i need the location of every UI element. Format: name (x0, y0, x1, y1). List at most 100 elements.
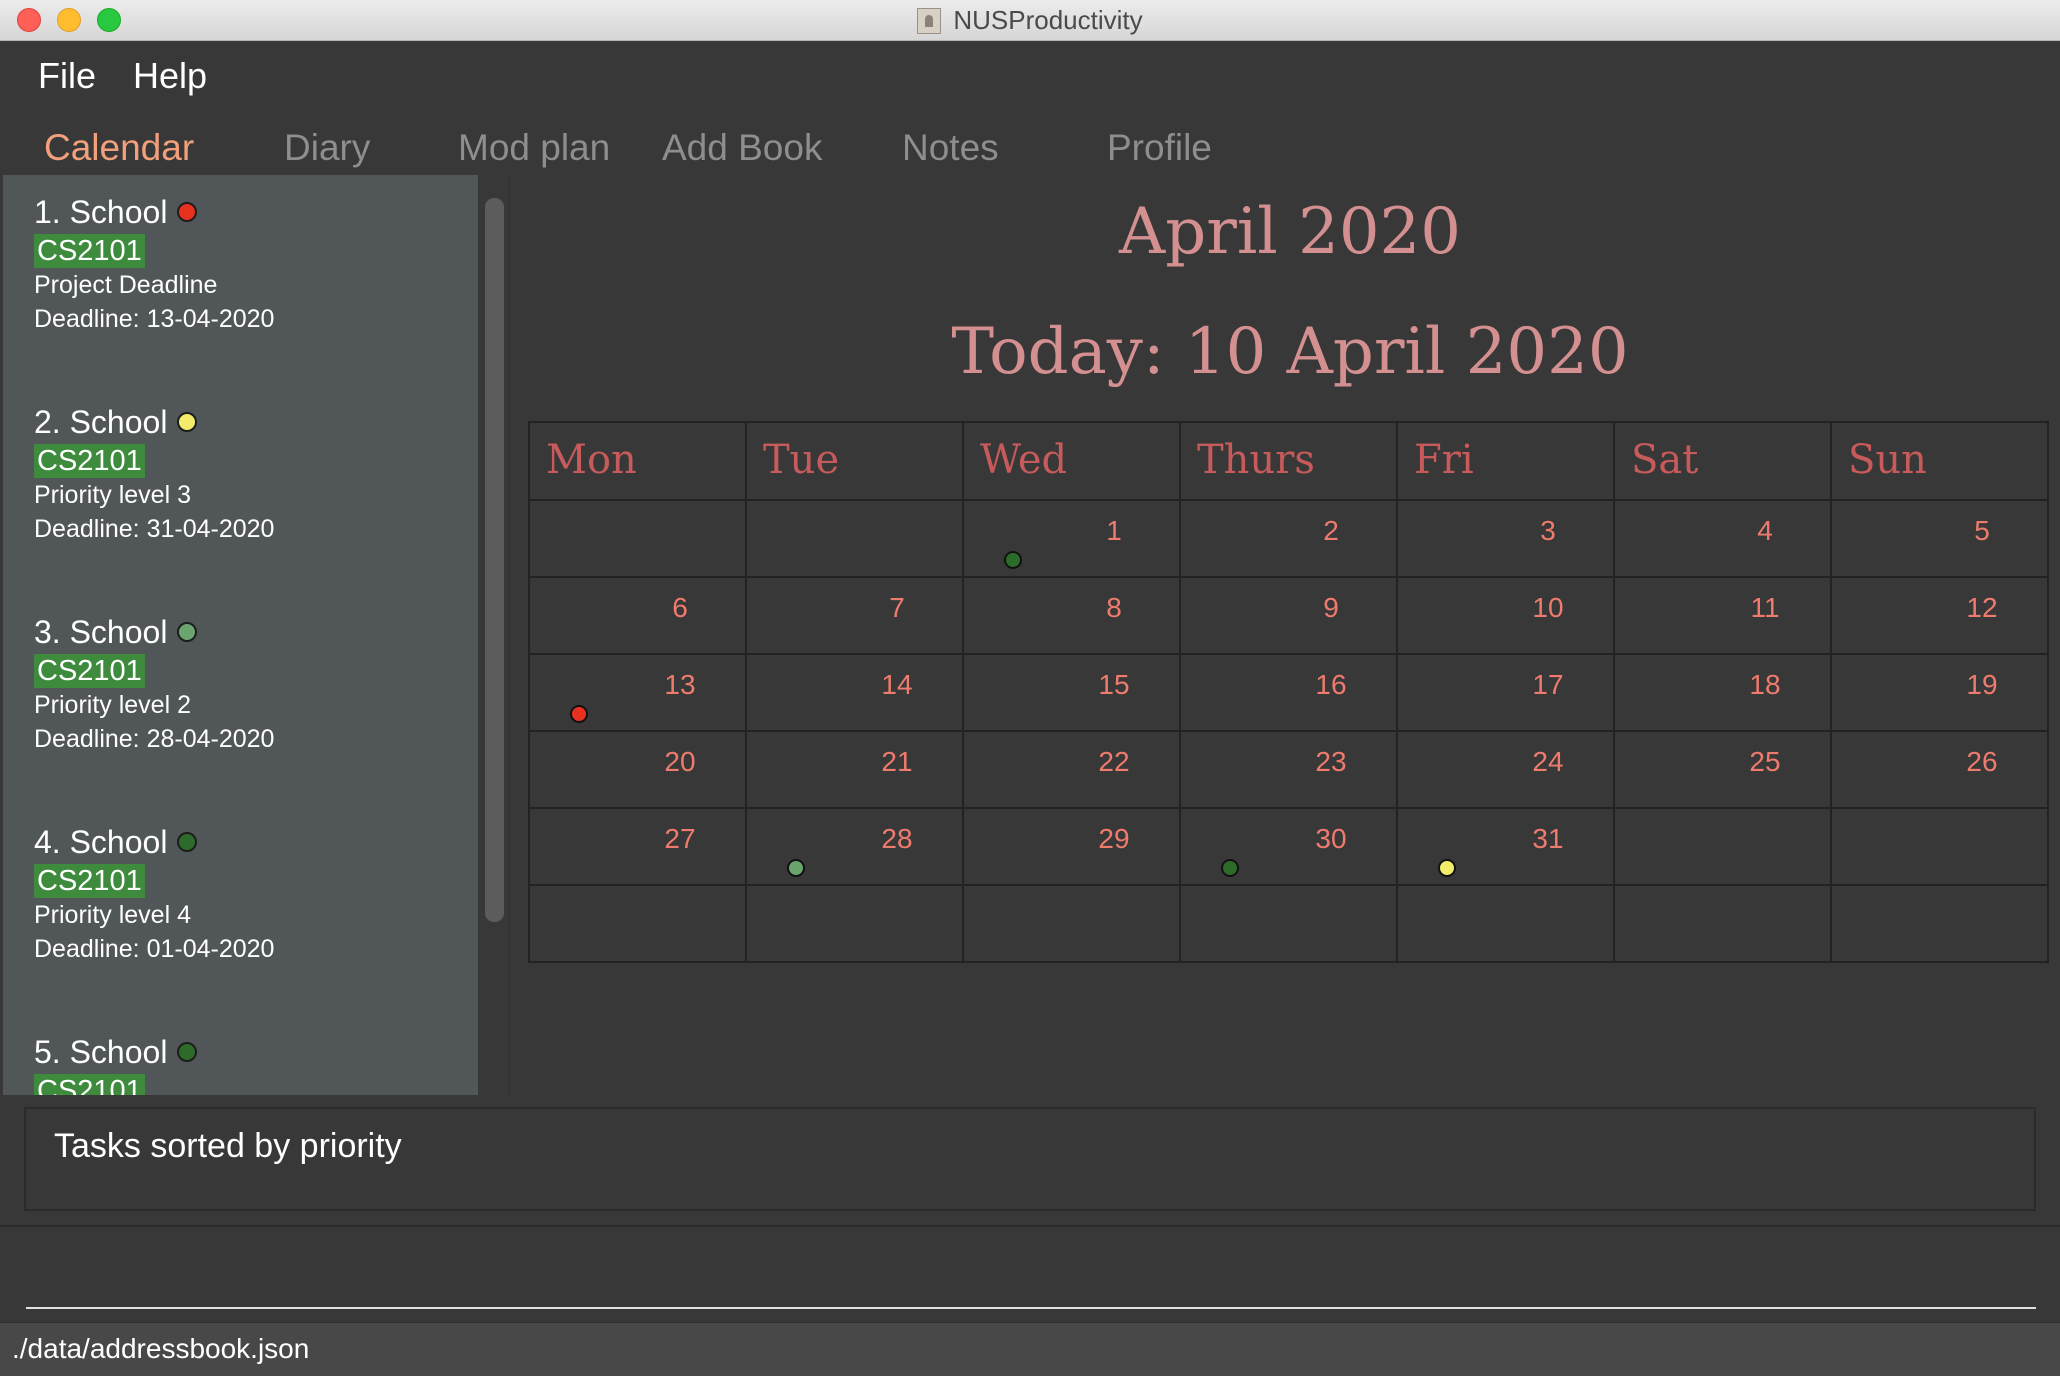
event-dot-icon (1221, 859, 1239, 877)
tab-diary[interactable]: Diary (284, 127, 370, 169)
calendar-day-cell[interactable]: 3 (1396, 499, 1615, 578)
calendar-day-cell[interactable]: 27 (528, 807, 747, 886)
module-tag: CS2101 (34, 864, 145, 898)
day-number: 6 (672, 592, 688, 623)
tab-calendar[interactable]: Calendar (44, 127, 194, 169)
calendar-day-cell[interactable]: 25 (1613, 730, 1832, 809)
calendar-day-cell[interactable]: 28 (745, 807, 964, 886)
calendar-day-cell[interactable]: 31 (1396, 807, 1615, 886)
tab-mod-plan[interactable]: Mod plan (458, 127, 610, 169)
calendar-day-cell[interactable]: 16 (1179, 653, 1398, 732)
calendar-day-cell[interactable]: 15 (962, 653, 1181, 732)
calendar-day-cell (745, 884, 964, 963)
calendar-day-cell[interactable]: 17 (1396, 653, 1615, 732)
day-name-label: Sat (1631, 437, 1699, 483)
calendar-day-cell[interactable]: 9 (1179, 576, 1398, 655)
day-name-cell: Fri (1396, 421, 1615, 501)
title-bar: NUSProductivity (0, 0, 2060, 41)
module-tag: CS2101 (34, 234, 145, 268)
calendar-day-cell[interactable]: 20 (528, 730, 747, 809)
calendar-day-cell[interactable]: 24 (1396, 730, 1615, 809)
tab-add-book[interactable]: Add Book (662, 127, 822, 169)
day-name-cell: Sat (1613, 421, 1832, 501)
tab-profile[interactable]: Profile (1107, 127, 1212, 169)
day-number: 23 (1315, 746, 1347, 777)
data-file-path: ./data/addressbook.json (12, 1333, 310, 1364)
day-number: 11 (1750, 592, 1780, 623)
calendar-day-cell[interactable]: 13 (528, 653, 747, 732)
calendar-day-cell[interactable]: 1 (962, 499, 1181, 578)
calendar-day-cell[interactable]: 2 (1179, 499, 1398, 578)
day-number: 3 (1540, 515, 1556, 546)
menu-bar: File Help (0, 41, 2060, 109)
calendar-day-cell[interactable]: 12 (1830, 576, 2049, 655)
calendar-day-cell[interactable]: 19 (1830, 653, 2049, 732)
task-card[interactable]: 4. School CS2101 Priority level 4 Deadli… (34, 823, 274, 966)
day-name-label: Tue (763, 437, 840, 483)
calendar-day-cell[interactable]: 21 (745, 730, 964, 809)
priority-dot-icon (177, 412, 198, 432)
status-bar: ./data/addressbook.json (0, 1322, 2060, 1376)
calendar-week-row: 1 2 3 4 5 (528, 499, 2049, 578)
task-list-scroll-thumb[interactable] (485, 198, 504, 922)
day-number: 2 (1323, 515, 1339, 546)
day-number: 25 (1749, 746, 1781, 777)
task-category: School (69, 193, 168, 230)
module-tag: CS2101 (34, 1074, 145, 1095)
task-header: 2. School (34, 403, 274, 441)
task-index: 4. (34, 823, 61, 860)
day-number: 9 (1323, 592, 1339, 623)
calendar-day-cell[interactable]: 5 (1830, 499, 2049, 578)
priority-dot-icon (177, 622, 198, 642)
day-name-label: Wed (980, 437, 1068, 483)
calendar-day-cell[interactable]: 29 (962, 807, 1181, 886)
calendar-day-cell (745, 499, 964, 578)
day-number: 20 (664, 746, 696, 777)
task-card[interactable]: 5. School CS2101 (34, 1033, 198, 1095)
menu-help[interactable]: Help (133, 55, 207, 97)
task-description: Priority level 4 (34, 901, 191, 929)
calendar-day-cell (1613, 884, 1832, 963)
calendar-day-cell[interactable]: 4 (1613, 499, 1832, 578)
event-dot-icon (570, 705, 588, 723)
priority-dot-icon (177, 832, 198, 852)
task-index: 3. (34, 613, 61, 650)
calendar-day-cell (1830, 807, 2049, 886)
day-number: 21 (881, 746, 913, 777)
calendar-day-cell[interactable]: 8 (962, 576, 1181, 655)
task-list[interactable]: 1. School CS2101 Project Deadline Deadli… (3, 175, 478, 1095)
result-panel: Tasks sorted by priority (0, 1095, 2060, 1225)
calendar-day-cell[interactable]: 30 (1179, 807, 1398, 886)
task-category: School (69, 403, 168, 440)
day-name-label: Fri (1414, 437, 1474, 483)
result-text: Tasks sorted by priority (54, 1127, 402, 1165)
day-number: 1 (1106, 515, 1122, 546)
day-number: 4 (1757, 515, 1773, 546)
calendar-day-cell (962, 884, 1181, 963)
calendar-day-cell (1179, 884, 1398, 963)
event-dot-icon (1004, 551, 1022, 569)
menu-file[interactable]: File (38, 55, 96, 97)
calendar-header-row: Mon Tue Wed Thurs Fri Sat Sun (528, 421, 2049, 501)
day-number: 10 (1532, 592, 1564, 623)
calendar-day-cell[interactable]: 26 (1830, 730, 2049, 809)
calendar-day-cell[interactable]: 6 (528, 576, 747, 655)
task-index: 5. (34, 1033, 61, 1070)
calendar-day-cell[interactable]: 14 (745, 653, 964, 732)
calendar-day-cell[interactable]: 23 (1179, 730, 1398, 809)
task-card[interactable]: 2. School CS2101 Priority level 3 Deadli… (34, 403, 274, 546)
task-card[interactable]: 1. School CS2101 Project Deadline Deadli… (34, 193, 274, 336)
calendar-day-cell[interactable]: 11 (1613, 576, 1832, 655)
calendar-day-cell[interactable]: 10 (1396, 576, 1615, 655)
calendar-day-cell[interactable]: 7 (745, 576, 964, 655)
tab-notes[interactable]: Notes (902, 127, 999, 169)
calendar-day-cell[interactable]: 22 (962, 730, 1181, 809)
calendar-view: April 2020 Today: 10 April 2020 Mon Tue We… (510, 175, 2060, 1095)
calendar-day-cell (1830, 884, 2049, 963)
task-deadline: Deadline: 31-04-2020 (34, 515, 275, 543)
calendar-day-cell (1396, 884, 1615, 963)
day-number: 14 (881, 669, 913, 700)
task-card[interactable]: 3. School CS2101 Priority level 2 Deadli… (34, 613, 274, 756)
calendar-day-cell[interactable]: 18 (1613, 653, 1832, 732)
command-input[interactable] (26, 1237, 2036, 1309)
